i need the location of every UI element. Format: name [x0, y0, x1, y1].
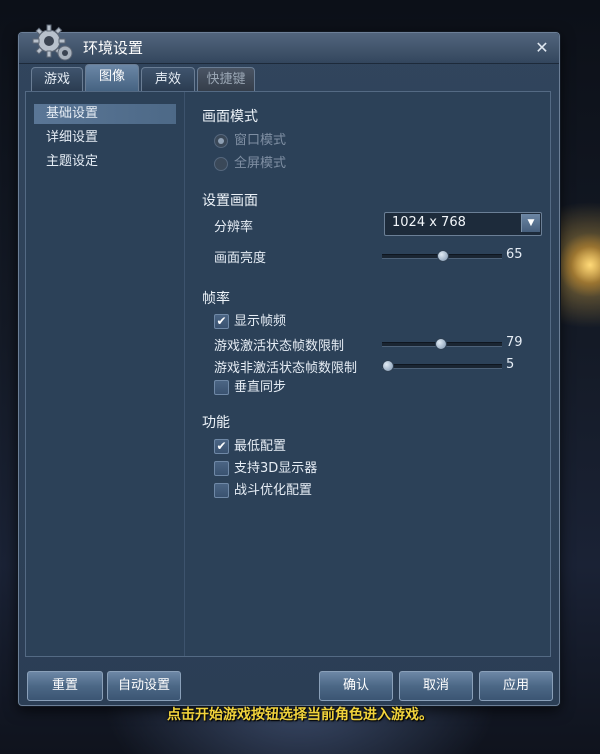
- checkbox-label: 战斗优化配置: [234, 483, 313, 498]
- slider-track: [382, 364, 502, 369]
- checkbox[interactable]: [214, 483, 229, 498]
- checkbox-label: 显示帧频: [234, 314, 287, 329]
- chevron-down-icon[interactable]: ▼: [521, 214, 540, 232]
- cancel-button[interactable]: 取消: [399, 671, 473, 701]
- active-fps-limit-slider[interactable]: [382, 336, 502, 350]
- resolution-value: 1024 x 768: [392, 215, 466, 230]
- sidebar-item-detail[interactable]: 详细设置: [34, 128, 176, 148]
- checkbox[interactable]: ✔: [214, 314, 229, 329]
- active-fps-limit-label: 游戏激活状态帧数限制: [214, 339, 345, 354]
- radio-button[interactable]: [214, 157, 228, 171]
- slider-handle[interactable]: [382, 360, 394, 372]
- sidebar-item-basic[interactable]: 基础设置: [34, 104, 176, 124]
- hint-text: 点击开始游戏按钮选择当前角色进入游戏。: [167, 707, 433, 723]
- section-title-framerate: 帧率: [202, 291, 230, 307]
- slider-handle[interactable]: [437, 250, 449, 262]
- brightness-label: 画面亮度: [214, 251, 267, 266]
- checkbox[interactable]: [214, 380, 229, 395]
- tab-game[interactable]: 游戏: [31, 67, 83, 92]
- active-fps-limit-value: 79: [506, 335, 523, 350]
- resolution-dropdown[interactable]: 1024 x 768 ▼: [384, 212, 542, 236]
- brightness-slider[interactable]: [382, 248, 502, 262]
- window-title: 环境设置: [83, 39, 144, 57]
- section-title-features: 功能: [202, 415, 230, 431]
- tab-sound[interactable]: 声效: [141, 67, 195, 92]
- radio-button[interactable]: [214, 134, 228, 148]
- tab-hotkeys[interactable]: 快捷键: [197, 67, 255, 92]
- window-titlebar[interactable]: 环境设置 ✕: [19, 33, 559, 64]
- checkbox-label: 垂直同步: [234, 380, 287, 395]
- checkbox[interactable]: ✔: [214, 439, 229, 454]
- checkbox[interactable]: [214, 461, 229, 476]
- section-title-screen: 设置画面: [202, 193, 258, 209]
- brightness-value: 65: [506, 247, 523, 262]
- gear-icon: [32, 24, 73, 61]
- reset-button[interactable]: 重置: [27, 671, 103, 701]
- inactive-fps-limit-value: 5: [506, 357, 515, 372]
- radio-label: 全屏模式: [234, 156, 287, 171]
- sidebar-item-theme[interactable]: 主题设定: [34, 152, 176, 172]
- inactive-fps-limit-slider[interactable]: [382, 358, 502, 372]
- settings-panel: 基础设置 详细设置 主题设定 画面模式 窗口模式 全屏模式 设置画面 分辨率 1…: [25, 91, 551, 657]
- apply-button[interactable]: 应用: [479, 671, 553, 701]
- auto-settings-button[interactable]: 自动设置: [107, 671, 181, 701]
- background-glow: [560, 230, 600, 300]
- checkbox-label: 支持3D显示器: [234, 461, 318, 476]
- radio-label: 窗口模式: [234, 133, 287, 148]
- settings-sidebar: 基础设置 详细设置 主题设定: [26, 92, 185, 656]
- close-icon[interactable]: ✕: [533, 39, 551, 57]
- section-title-display-mode: 画面模式: [202, 109, 258, 125]
- tab-graphics[interactable]: 图像: [85, 64, 139, 93]
- ok-button[interactable]: 确认: [319, 671, 393, 701]
- inactive-fps-limit-label: 游戏非激活状态帧数限制: [214, 361, 358, 376]
- slider-handle[interactable]: [434, 338, 447, 350]
- settings-window: 环境设置 ✕ 游戏 图像 声效 快捷键 基础设置 详细设置 主题设定 画面模式 …: [18, 24, 560, 706]
- checkbox-label: 最低配置: [234, 439, 287, 454]
- resolution-label: 分辨率: [214, 220, 254, 235]
